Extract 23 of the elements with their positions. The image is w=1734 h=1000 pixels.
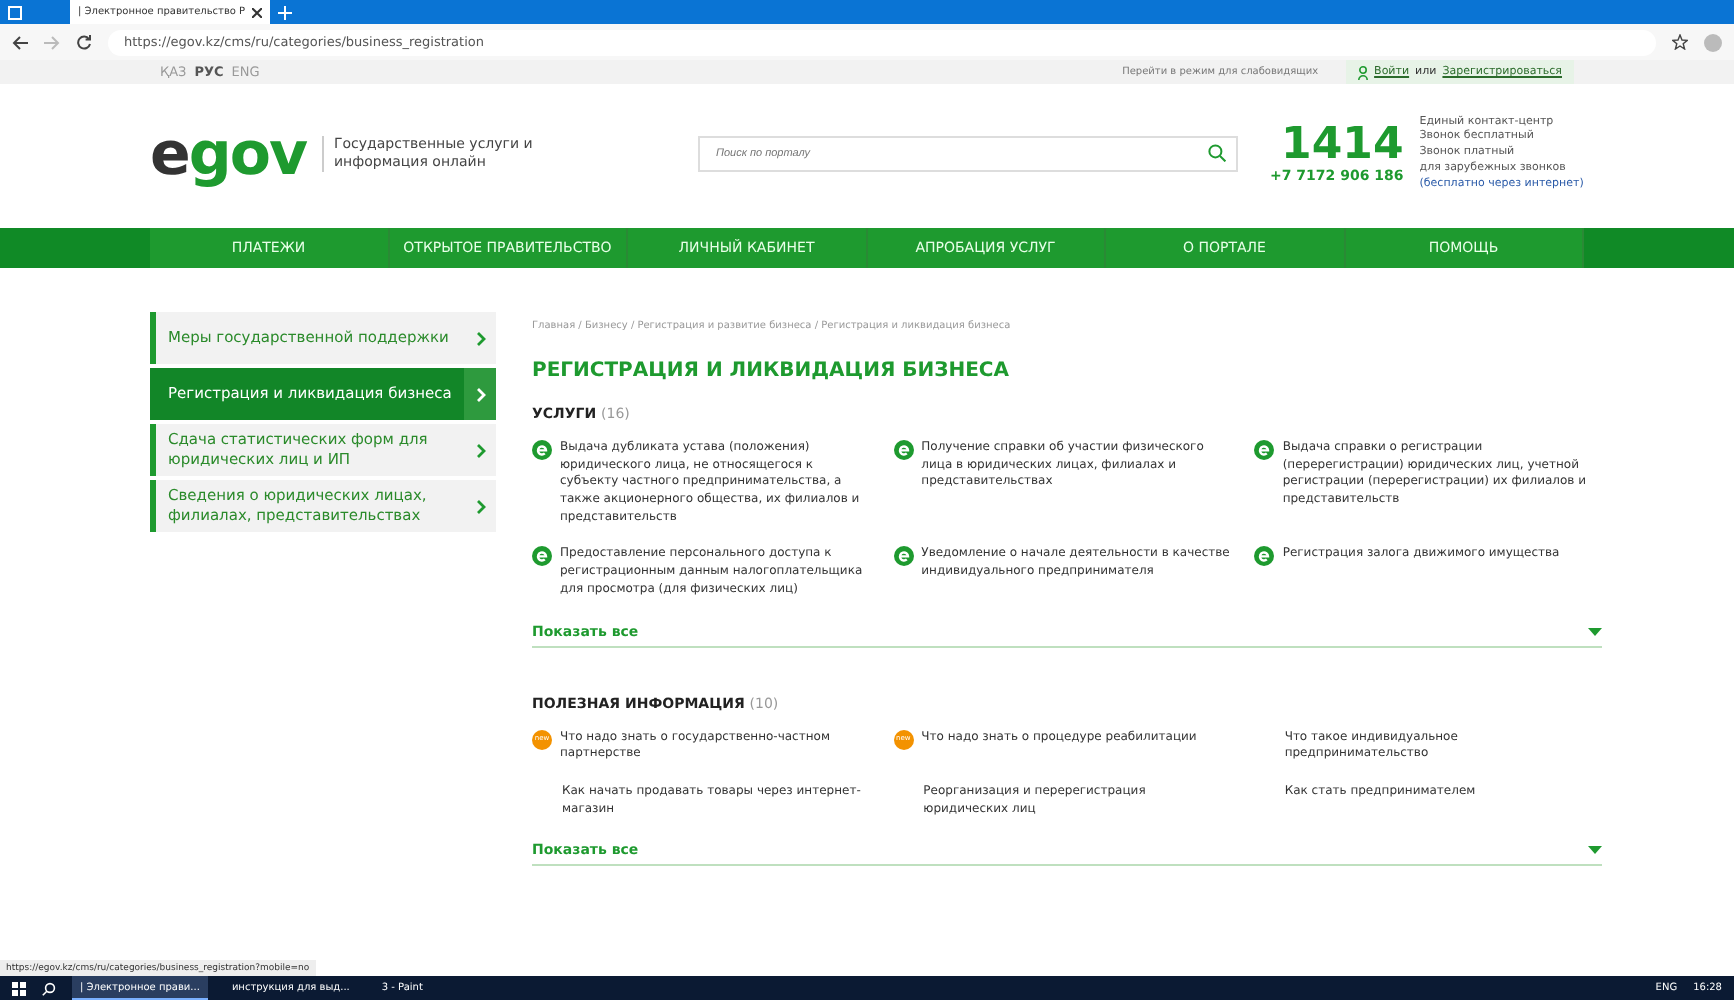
sidebar-icon[interactable] — [8, 5, 22, 19]
chevron-right-icon — [475, 387, 485, 401]
star-icon[interactable] — [1672, 34, 1688, 50]
page-title: РЕГИСТРАЦИЯ И ЛИКВИДАЦИЯ БИЗНЕСА — [532, 360, 1011, 382]
e-icon — [1254, 440, 1275, 460]
e-icon — [893, 546, 914, 567]
chevron-right-icon — [475, 499, 485, 513]
e-icon — [532, 440, 552, 460]
caret-down-icon — [1588, 846, 1602, 855]
site-logo[interactable]: egov — [150, 119, 306, 189]
e-icon — [1254, 546, 1275, 567]
chevron-right-icon — [475, 331, 485, 345]
close-icon[interactable] — [251, 7, 262, 17]
plus-icon[interactable] — [278, 5, 292, 19]
chevron-right-icon — [475, 443, 485, 457]
user-icon — [1358, 65, 1369, 79]
e-icon — [532, 546, 552, 567]
caret-down-icon — [1588, 627, 1602, 635]
windows-logo-icon[interactable] — [12, 981, 26, 995]
back-arrow-icon[interactable] — [12, 35, 28, 49]
e-icon — [893, 440, 914, 460]
hotline-number: 1414 — [1281, 124, 1404, 168]
reload-icon[interactable] — [76, 34, 92, 50]
